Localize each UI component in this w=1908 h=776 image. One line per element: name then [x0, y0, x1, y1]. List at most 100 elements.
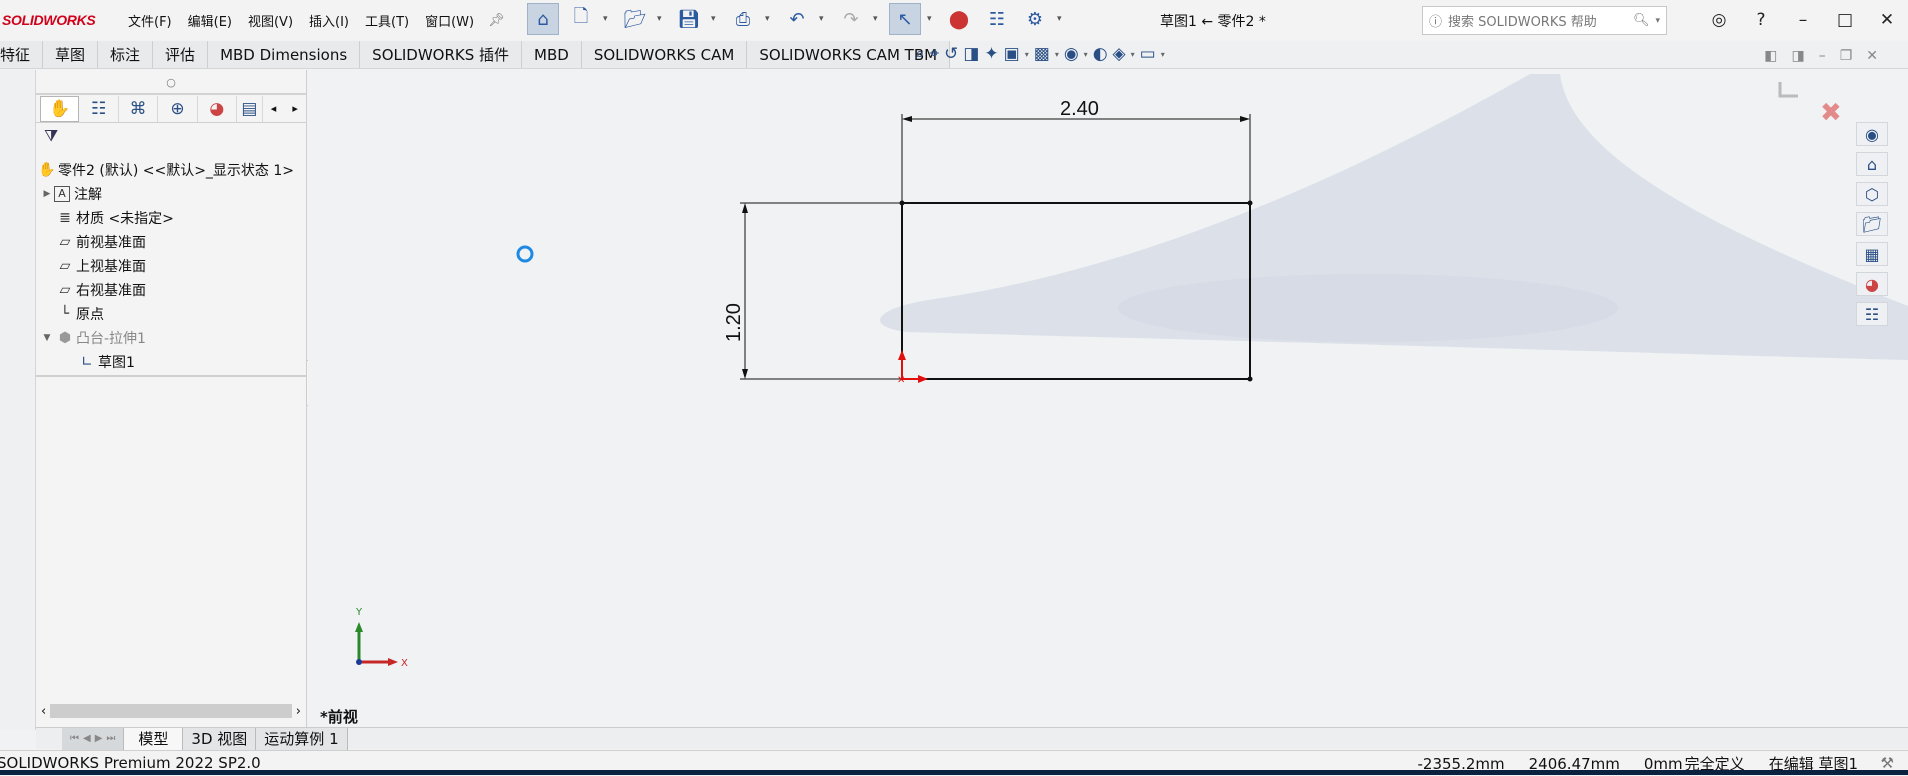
- next-tab-icon[interactable]: ▶: [95, 733, 103, 744]
- scroll-left-icon[interactable]: ‹: [41, 704, 46, 719]
- height-dimension-text[interactable]: 1.20: [723, 303, 745, 342]
- help-search-box[interactable]: ⓘ 搜索 SOLIDWORKS 帮助 🔍︎ ▾: [1422, 6, 1667, 35]
- chevron-down-icon[interactable]: ▾: [765, 14, 775, 24]
- tile-right-icon[interactable]: ◨: [1791, 48, 1804, 64]
- tree-item-origin[interactable]: └ 原点: [36, 302, 306, 326]
- save-icon[interactable]: 💾︎: [673, 3, 705, 35]
- tab-addins[interactable]: SOLIDWORKS 插件: [360, 41, 522, 68]
- zoom-area-icon[interactable]: ⌖: [930, 44, 940, 64]
- panel-collapse-handle[interactable]: ○: [36, 70, 306, 95]
- width-dimension-text[interactable]: 2.40: [1060, 98, 1099, 120]
- chevron-down-icon[interactable]: ▾: [1057, 14, 1067, 24]
- tab-navigation-arrows[interactable]: ⏮ ◀ ▶ ⏭: [62, 728, 124, 750]
- tree-item-top-plane[interactable]: ▱ 上视基准面: [36, 254, 306, 278]
- file-properties-icon[interactable]: ☷: [981, 3, 1013, 35]
- tab-mbd[interactable]: MBD: [522, 41, 582, 68]
- configuration-manager-tab-icon[interactable]: ⌘: [119, 96, 158, 122]
- chevron-down-icon[interactable]: ▾: [603, 14, 613, 24]
- chevron-down-icon[interactable]: ▾: [711, 14, 721, 24]
- close-button[interactable]: ✕: [1866, 10, 1908, 30]
- menu-tools[interactable]: 工具(T): [357, 11, 417, 30]
- sketch-canvas[interactable]: 2.40 1.20 ✕ Y X ✖: [308, 70, 1908, 730]
- tabs-scroll-right-icon[interactable]: ▸: [284, 102, 306, 115]
- chevron-down-icon[interactable]: ▾: [1161, 50, 1165, 59]
- help-question-icon[interactable]: ?: [1740, 10, 1782, 30]
- tab-cam[interactable]: SOLIDWORKS CAM: [582, 41, 748, 68]
- doc-close-button[interactable]: ✕: [1866, 48, 1878, 64]
- custom-properties-icon[interactable]: ☷: [1856, 302, 1888, 326]
- minimize-button[interactable]: –: [1782, 10, 1824, 30]
- view-settings-icon[interactable]: ▭: [1140, 44, 1156, 64]
- tree-item-right-plane[interactable]: ▱ 右视基准面: [36, 278, 306, 302]
- tab-motion-study[interactable]: 运动算例 1: [256, 728, 347, 750]
- horizontal-scrollbar[interactable]: ‹ ›: [41, 703, 301, 719]
- first-tab-icon[interactable]: ⏮: [70, 733, 79, 744]
- search-input[interactable]: 搜索 SOLIDWORKS 帮助: [1448, 11, 1627, 30]
- print-icon[interactable]: ⎙: [727, 3, 759, 35]
- last-tab-icon[interactable]: ⏭: [106, 733, 115, 744]
- expand-arrow-icon[interactable]: ▶: [40, 189, 54, 199]
- redo-icon[interactable]: ↷: [835, 3, 867, 35]
- menu-view[interactable]: 视图(V): [240, 11, 301, 30]
- search-icon[interactable]: 🔍︎: [1633, 13, 1650, 28]
- new-document-icon[interactable]: 🗋: [565, 3, 597, 35]
- previous-view-icon[interactable]: ↺: [944, 44, 958, 64]
- pin-icon[interactable]: 📌︎: [488, 13, 505, 28]
- edit-appearance-icon[interactable]: ◐: [1093, 44, 1108, 64]
- chevron-down-icon[interactable]: ▾: [1055, 50, 1059, 59]
- origin-marker[interactable]: ✕: [897, 375, 905, 386]
- menu-edit[interactable]: 编辑(E): [180, 11, 240, 30]
- chevron-down-icon[interactable]: ▾: [1084, 50, 1088, 59]
- chevron-down-icon[interactable]: ▾: [819, 14, 829, 24]
- home-icon[interactable]: ⌂: [1856, 152, 1888, 176]
- tab-features[interactable]: 特征: [0, 41, 43, 68]
- tab-markup[interactable]: 标注: [98, 41, 153, 68]
- display-style-icon[interactable]: ▩: [1034, 44, 1050, 64]
- select-cursor-icon[interactable]: ↖: [889, 3, 921, 35]
- property-manager-tab-icon[interactable]: ☷: [79, 96, 118, 122]
- account-icon[interactable]: ◎: [1698, 10, 1740, 30]
- maximize-button[interactable]: □: [1824, 10, 1866, 30]
- design-library-icon[interactable]: ⬡: [1856, 182, 1888, 206]
- view-palette-icon[interactable]: ▦: [1856, 242, 1888, 266]
- chevron-down-icon[interactable]: ▾: [1655, 16, 1660, 26]
- tabs-scroll-left-icon[interactable]: ◂: [263, 102, 285, 115]
- open-folder-icon[interactable]: 📂︎: [619, 3, 651, 35]
- tree-root[interactable]: ✋ 零件2 (默认) <<默认>_显示状态 1>: [36, 158, 306, 182]
- tab-3d-views[interactable]: 3D 视图: [183, 728, 256, 750]
- tree-item-material[interactable]: ≣ 材质 <未指定>: [36, 206, 306, 230]
- doc-minimize-button[interactable]: –: [1819, 48, 1826, 64]
- display-manager-tab-icon[interactable]: ◕: [198, 96, 237, 122]
- solidworks-resources-icon[interactable]: ◉: [1856, 122, 1888, 146]
- tree-item-annotations[interactable]: ▶ A 注解: [36, 182, 306, 206]
- appearances-icon[interactable]: ◕: [1856, 272, 1888, 296]
- rebuild-traffic-light-icon[interactable]: ⬤: [943, 3, 975, 35]
- chevron-down-icon[interactable]: ▾: [1131, 50, 1135, 59]
- dimxpert-tab-icon[interactable]: ⊕: [158, 96, 197, 122]
- scrollbar-thumb[interactable]: [50, 704, 292, 718]
- menu-file[interactable]: 文件(F): [120, 11, 180, 30]
- file-explorer-icon[interactable]: 📁︎: [1856, 212, 1888, 236]
- chevron-down-icon[interactable]: ▾: [1025, 50, 1029, 59]
- tab-evaluate[interactable]: 评估: [153, 41, 208, 68]
- collapse-arrow-icon[interactable]: ▼: [40, 333, 54, 343]
- dynamic-annotation-icon[interactable]: ✦: [984, 44, 998, 64]
- menu-insert[interactable]: 插入(I): [301, 11, 357, 30]
- home-icon[interactable]: ⌂: [527, 3, 559, 35]
- confirm-exit-sketch-icon[interactable]: [1780, 82, 1798, 96]
- zoom-to-fit-icon[interactable]: ⌕: [915, 44, 925, 64]
- view-orientation-icon[interactable]: ▣: [1004, 44, 1020, 64]
- section-view-icon[interactable]: ◨: [963, 44, 979, 64]
- cancel-sketch-icon[interactable]: ✖: [1820, 98, 1842, 128]
- doc-restore-button[interactable]: ❐: [1840, 48, 1853, 64]
- prev-tab-icon[interactable]: ◀: [83, 733, 91, 744]
- tree-item-front-plane[interactable]: ▱ 前视基准面: [36, 230, 306, 254]
- solidworks-logo[interactable]: SOLIDWORKS: [0, 12, 120, 28]
- graphics-area[interactable]: 2.40 1.20 ✕ Y X ✖: [308, 70, 1908, 730]
- sketch-corner-point[interactable]: [1248, 377, 1253, 382]
- chevron-down-icon[interactable]: ▾: [873, 14, 883, 24]
- tile-left-icon[interactable]: ◧: [1764, 48, 1777, 64]
- undo-icon[interactable]: ↶: [781, 3, 813, 35]
- cam-tab-icon[interactable]: ▤: [237, 96, 263, 122]
- feature-manager-tab-icon[interactable]: ✋: [40, 96, 79, 122]
